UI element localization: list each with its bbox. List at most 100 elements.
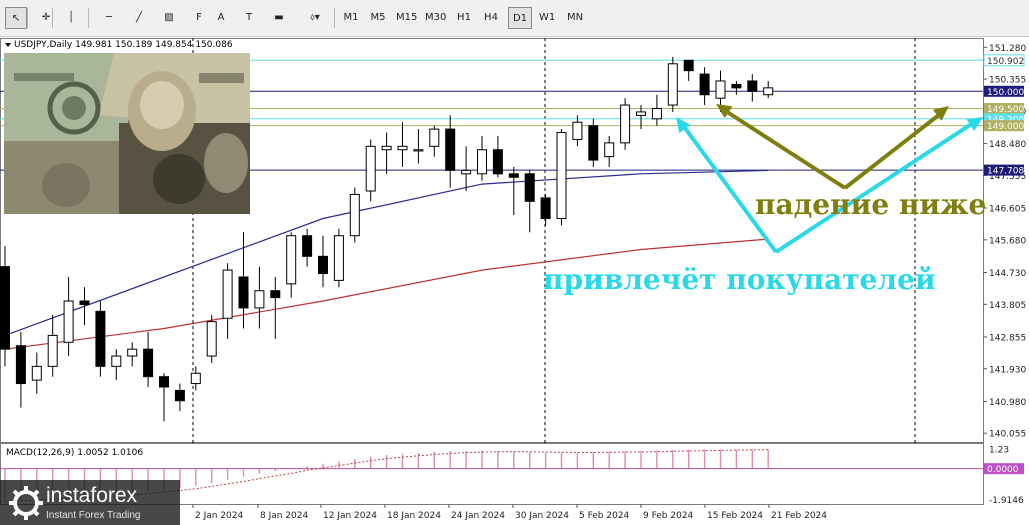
timeframe-h1[interactable]: H1: [452, 7, 476, 29]
x-tick-label: 18 Jan 2024: [387, 511, 441, 521]
macd-y-tick-label: 0.0000: [987, 465, 1019, 475]
y-tick-label: 151.280: [989, 44, 1026, 54]
vertical-line-icon[interactable]: │: [60, 7, 82, 29]
candle-body-bull: [620, 104, 631, 144]
trendline-icon[interactable]: ╱: [128, 7, 150, 29]
candle: [95, 301, 106, 377]
candle-body-bull: [31, 365, 42, 381]
timeframe-m5[interactable]: M5: [366, 7, 390, 29]
timeframe-m30[interactable]: M30: [421, 7, 450, 29]
x-tick-label: 12 Jan 2024: [323, 511, 377, 521]
candle-body-bull: [349, 193, 360, 237]
macd-y-tick-label: -1.9146: [989, 496, 1024, 506]
candle: [667, 56, 678, 112]
crosshair-icon[interactable]: ✛: [35, 7, 57, 29]
candle: [588, 118, 599, 167]
candle-body-bull: [604, 142, 615, 158]
candle-body-bear: [15, 345, 26, 385]
toolbar: ↖ ✛ │ ─ ╱ ▨ F A T ▬ ⬨▾ M1 M5 M15 M30 H1 H4 D1 W1 MN: [0, 0, 1029, 37]
y-tick-label: 145.680: [989, 236, 1026, 246]
level-label: 147.708: [987, 167, 1024, 177]
candle-body-bull: [763, 87, 774, 96]
y-tick-label: 144.730: [989, 269, 1026, 279]
text-icon[interactable]: A: [210, 7, 232, 29]
candle-body-bear: [540, 197, 551, 220]
cursor-icon[interactable]: ↖: [5, 7, 27, 29]
level-label: 149.000: [987, 122, 1024, 132]
shapes-menu-icon[interactable]: ⬨▾: [300, 7, 330, 29]
candle-body-bull: [381, 145, 392, 151]
toolbar-separator: [334, 8, 335, 28]
candle-body-bear: [143, 348, 154, 378]
y-tick-label: 140.980: [989, 398, 1026, 408]
candle-body-bull: [47, 334, 58, 367]
x-tick-label: 2 Jan 2024: [195, 511, 243, 521]
candle: [333, 228, 344, 288]
fibonacci-icon[interactable]: F: [188, 7, 210, 29]
candle-body-bear: [238, 276, 249, 309]
chart-header: USDJPY,Daily 149.981 150.189 149.854 150…: [14, 40, 233, 50]
candle-body-bull: [111, 355, 122, 367]
candle-body-bull: [429, 128, 440, 147]
annotation-falling-below: падение ниже: [755, 188, 986, 221]
candle-body-bear: [302, 235, 313, 257]
text-label-icon[interactable]: T: [238, 7, 260, 29]
y-tick-label: 143.805: [989, 301, 1026, 311]
timeframe-mn[interactable]: MN: [563, 7, 587, 29]
candle: [349, 187, 360, 243]
y-tick-label: 142.855: [989, 333, 1026, 343]
x-tick-label: 9 Feb 2024: [643, 511, 694, 521]
macd-header: MACD(12,26,9) 1.0052 1.0106: [6, 448, 143, 458]
channel-icon[interactable]: ▨: [158, 7, 180, 29]
timeframe-m1[interactable]: M1: [339, 7, 363, 29]
y-tick-label: 148.480: [989, 140, 1026, 150]
horizontal-line-icon[interactable]: ─: [98, 7, 120, 29]
x-tick-label: 5 Feb 2024: [579, 511, 630, 521]
candle: [556, 129, 567, 226]
candle-body-bull: [222, 269, 233, 319]
timeframe-d1[interactable]: D1: [508, 7, 533, 29]
candle-body-bull: [190, 372, 201, 385]
candle-body-bull: [397, 145, 408, 151]
candle-body-bear: [683, 59, 694, 72]
candle-body-bull: [556, 132, 567, 220]
timeframe-w1[interactable]: W1: [535, 7, 559, 29]
candle-body-bear: [79, 300, 90, 305]
candle-body-bear: [95, 310, 106, 367]
x-tick-label: 24 Jan 2024: [451, 511, 505, 521]
y-tick-label: 150.355: [989, 76, 1026, 86]
rectangle-icon[interactable]: ▬: [268, 7, 290, 29]
candle-body-bear: [699, 73, 710, 96]
candle-body-bull: [206, 321, 217, 357]
candle-body-bear: [524, 173, 535, 202]
candle: [206, 314, 217, 363]
timeframe-m15[interactable]: M15: [392, 7, 421, 29]
candle-body-bull: [715, 80, 726, 99]
candle-body-bear: [731, 83, 742, 89]
candle-body-bear: [174, 389, 185, 402]
currency-photo: [4, 53, 250, 214]
y-tick-label: 141.930: [989, 365, 1026, 375]
candle-body-bear: [270, 290, 281, 299]
macd-y-tick-label: 1.23: [989, 445, 1009, 455]
x-tick-label: 21 Feb 2024: [771, 511, 827, 521]
x-tick-label: 8 Jan 2024: [260, 511, 308, 521]
candle-body-bull: [477, 149, 487, 175]
candle-body-bull: [667, 63, 678, 106]
candle-body-bull: [127, 348, 138, 357]
candle-body-bull: [365, 145, 376, 192]
candle-body-bear: [747, 80, 758, 92]
candle-body-bull: [572, 121, 583, 140]
candle-body-bear: [0, 266, 10, 350]
candle-body-bear: [318, 255, 328, 275]
x-tick-label: 30 Jan 2024: [515, 511, 569, 521]
timeframe-h4[interactable]: H4: [479, 7, 503, 29]
candle-body-bull: [286, 235, 297, 285]
watermark-tagline: Instant Forex Trading: [46, 510, 141, 521]
level-label: 150.902: [987, 57, 1024, 67]
candle-body-bull: [413, 149, 424, 152]
watermark-brand: instaforex: [46, 484, 138, 507]
x-tick-label: 15 Feb 2024: [707, 511, 763, 521]
annotation-attract-buyers: привлечёт покупателей: [543, 263, 936, 296]
candle-body-bear: [492, 149, 503, 175]
